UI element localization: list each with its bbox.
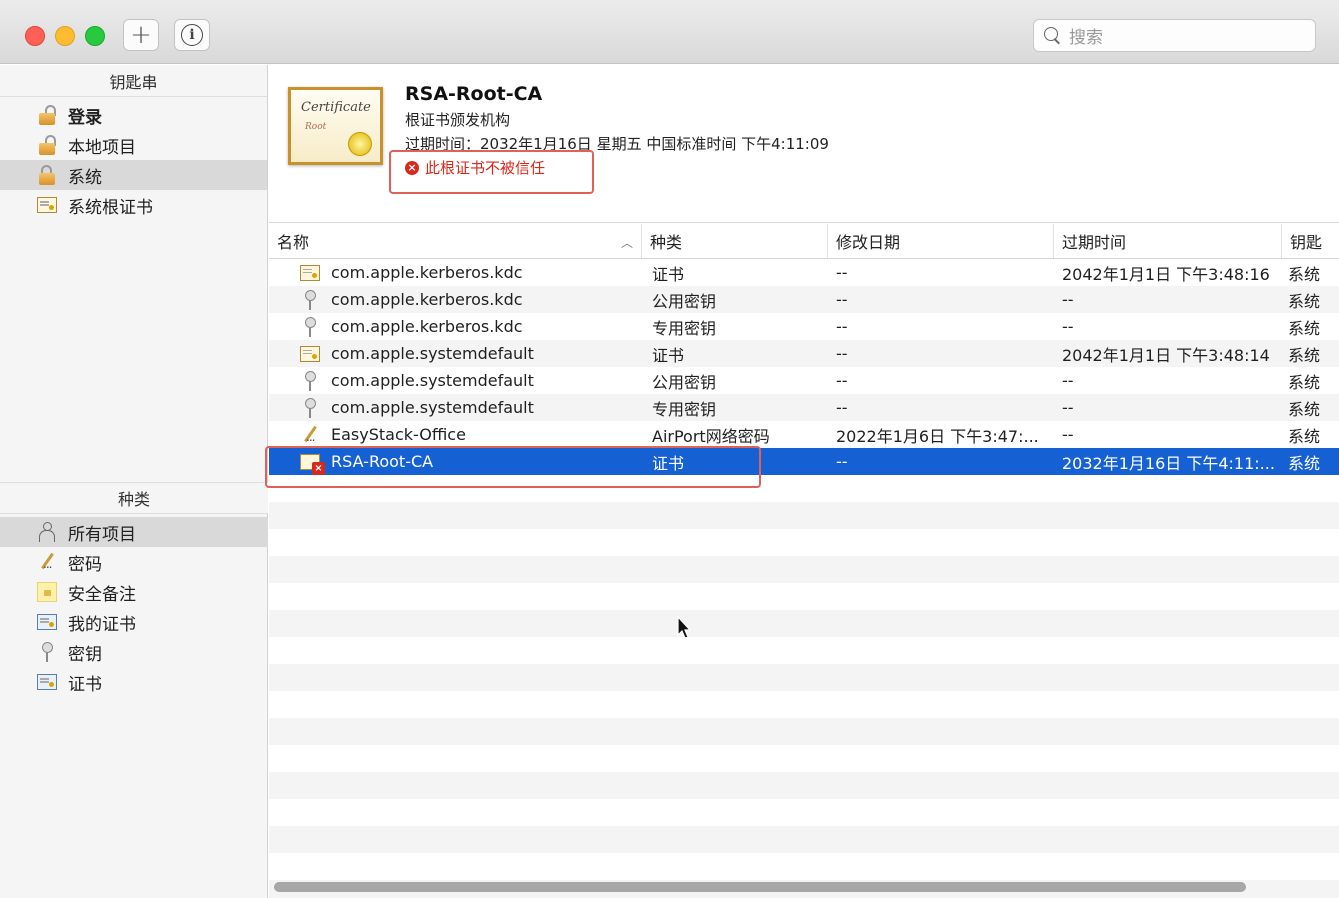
sidebar-item-keys[interactable]: 密钥 [0,637,268,667]
key-icon [299,316,321,338]
categories-header: 种类 [0,482,268,514]
search-field[interactable]: 搜索 [1033,19,1316,52]
detail-title: RSA-Root-CA [405,83,543,105]
unlocked-lock-icon [36,104,58,126]
empty-row [269,772,1339,799]
table-row[interactable]: com.apple.kerberos.kdc 证书 -- 2042年1月1日 下… [269,259,1339,286]
table-row[interactable]: com.apple.systemdefault 证书 -- 2042年1月1日 … [269,340,1339,367]
certificate-icon [36,194,58,216]
column-header-keychain[interactable]: 钥匙 [1282,224,1339,258]
add-item-button[interactable]: + [123,19,159,51]
empty-row [269,745,1339,772]
plus-icon: + [130,20,152,50]
secure-note-icon [36,581,58,603]
minimize-window-button[interactable] [55,26,75,46]
password-icon [36,551,58,573]
sidebar-item-label: 密钥 [68,644,102,665]
sidebar-item-label: 所有项目 [68,524,136,545]
search-icon [1044,27,1061,44]
untrusted-certificate-icon: × [299,451,325,475]
people-icon [36,521,58,543]
column-header-expires[interactable]: 过期时间 [1054,224,1282,258]
table-row[interactable]: com.apple.systemdefault 专用密钥 -- -- 系统 [269,394,1339,421]
certificate-icon [299,343,321,365]
empty-row [269,826,1339,853]
key-icon [299,289,321,311]
empty-row [269,502,1339,529]
highlight-box-warning [389,150,594,194]
table-body: com.apple.kerberos.kdc 证书 -- 2042年1月1日 下… [269,259,1339,898]
empty-row [269,556,1339,583]
table-row[interactable]: com.apple.systemdefault 公用密钥 -- -- 系统 [269,367,1339,394]
empty-row [269,664,1339,691]
category-section: 种类 所有项目 密码 安全备注 我的证书 密钥 [0,482,268,697]
my-certificate-icon [36,611,58,633]
empty-row [269,610,1339,637]
column-header-name[interactable]: 名称 ︿ [269,224,642,258]
table-row-selected[interactable]: × RSA-Root-CA 证书 -- 2032年1月16日 下午4:11:...… [269,448,1339,475]
sidebar-item-label: 系统 [68,167,102,188]
zoom-window-button[interactable] [85,26,105,46]
sidebar: 钥匙串 登录 本地项目 系统 系统根证书 种类 所有项目 ... 密码 安全备注… [0,65,268,898]
toolbar: + i 搜索 [0,0,1339,64]
info-icon: i [181,24,203,46]
horizontal-scrollbar[interactable] [274,882,1246,892]
key-icon [299,370,321,392]
certificate-word: Certificate [301,100,371,115]
empty-row [269,691,1339,718]
table-row[interactable]: EasyStack-Office AirPort网络密码 2022年1月6日 下… [269,421,1339,448]
certificate-icon [299,262,321,284]
key-icon [36,641,58,663]
empty-row [269,853,1339,880]
table-header: 名称 ︿ 种类 修改日期 过期时间 钥匙 [269,224,1339,259]
sidebar-item-label: 登录 [68,107,102,128]
sort-ascending-icon: ︿ [620,236,633,250]
mouse-pointer-icon [677,616,692,639]
sidebar-item-my-certificates[interactable]: 我的证书 [0,607,268,637]
sidebar-item-label: 安全备注 [68,584,136,605]
password-icon [299,424,321,446]
table-row[interactable]: com.apple.kerberos.kdc 公用密钥 -- -- 系统 [269,286,1339,313]
keychain-access-window: + i 搜索 钥匙串 登录 本地项目 系统 系统根证书 种类 所有项目 ... … [0,0,1339,898]
empty-row [269,799,1339,826]
sidebar-item-system[interactable]: 系统 [0,160,267,190]
certificate-root-word: Root [305,122,327,132]
sidebar-item-secure-notes[interactable]: 安全备注 [0,577,268,607]
sidebar-item-all-items[interactable]: 所有项目 [0,517,268,547]
empty-row [269,529,1339,556]
locked-lock-icon [36,164,58,186]
sidebar-item-label: 证书 [68,674,102,695]
info-button[interactable]: i [174,19,210,51]
sidebar-item-passwords[interactable]: 密码 [0,547,268,577]
empty-row [269,583,1339,610]
search-placeholder: 搜索 [1069,28,1103,48]
keychains-header: 钥匙串 [0,65,267,97]
table-row[interactable]: com.apple.kerberos.kdc 专用密钥 -- -- 系统 [269,313,1339,340]
certificate-icon [36,671,58,693]
sidebar-item-system-roots[interactable]: 系统根证书 [0,190,267,220]
empty-row [269,718,1339,745]
key-icon [299,397,321,419]
seal-icon [348,132,372,156]
empty-row [269,475,1339,502]
sidebar-item-label: 本地项目 [68,137,136,158]
item-detail-panel: Certificate Root RSA-Root-CA 根证书颁发机构 过期时… [269,65,1339,223]
items-table: 名称 ︿ 种类 修改日期 过期时间 钥匙 com.apple.kerberos.… [269,224,1339,898]
detail-subtitle: 根证书颁发机构 [405,111,511,129]
sidebar-item-certificates[interactable]: 证书 [0,667,268,697]
sidebar-item-label: 密码 [68,554,102,575]
sidebar-item-label: 系统根证书 [68,197,153,218]
sidebar-item-local-items[interactable]: 本地项目 [0,130,267,160]
unlocked-lock-icon [36,134,58,156]
column-header-modified[interactable]: 修改日期 [828,224,1054,258]
sidebar-item-label: 我的证书 [68,614,136,635]
column-header-kind[interactable]: 种类 [642,224,828,258]
large-certificate-icon: Certificate Root [288,87,383,165]
empty-row [269,637,1339,664]
close-window-button[interactable] [25,26,45,46]
sidebar-item-login[interactable]: 登录 [0,100,267,130]
